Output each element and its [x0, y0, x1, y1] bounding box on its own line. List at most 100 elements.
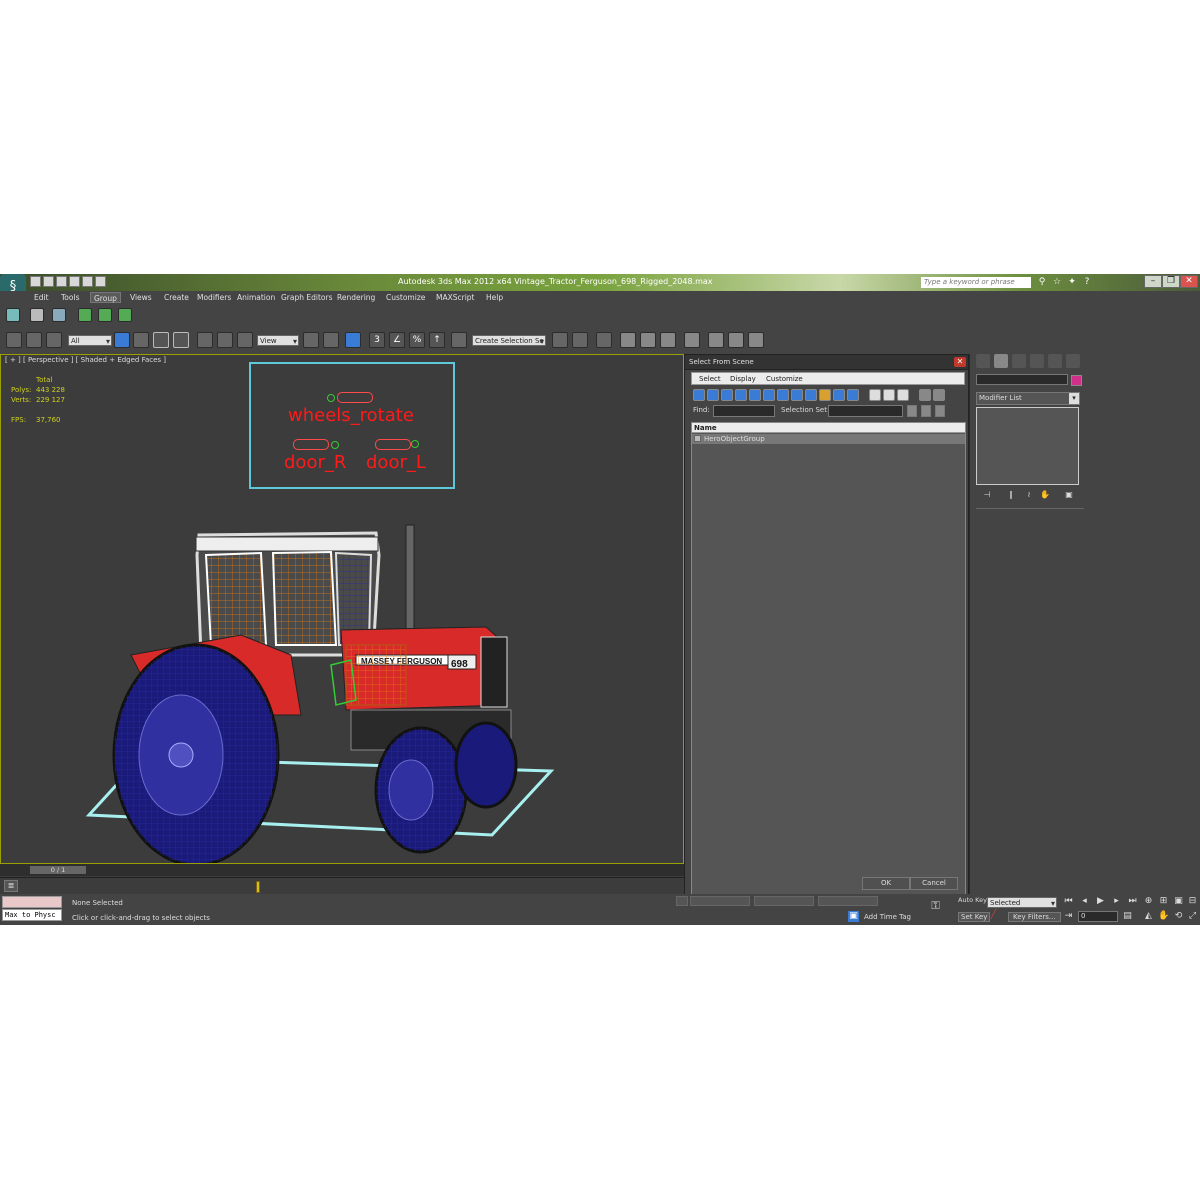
set-key-mode-icon[interactable]: ⚿ — [930, 900, 941, 911]
menu-maxscript[interactable]: MAXScript — [433, 292, 478, 303]
display-groups-icon[interactable] — [777, 389, 789, 401]
redo-icon[interactable] — [82, 276, 93, 287]
zoom-icon[interactable]: ⊕ — [1143, 896, 1154, 907]
tractor-wireframe-icon[interactable]: MASSEY FERGUSON 698 — [1, 355, 684, 864]
search-input[interactable]: Type a keyword or phrase — [921, 277, 1031, 288]
modifier-stack[interactable] — [976, 407, 1079, 485]
go-to-start-icon[interactable]: ⏮ — [1063, 896, 1074, 907]
object-color-swatch[interactable] — [1071, 375, 1082, 386]
utilities-tab-icon[interactable] — [1066, 354, 1080, 368]
spinner-snap-icon[interactable]: ↑ — [429, 332, 445, 348]
cube-icon[interactable] — [30, 308, 44, 322]
previous-frame-icon[interactable]: ◂ — [1079, 896, 1090, 907]
selection-set-add-icon[interactable] — [907, 405, 917, 417]
dialog-menu-select[interactable]: Select — [699, 374, 721, 384]
lock-selection-icon[interactable] — [676, 896, 688, 906]
filter-icon[interactable] — [919, 389, 931, 401]
pivot-center-icon[interactable] — [303, 332, 319, 348]
pan-view-icon[interactable]: ✋ — [1158, 911, 1169, 922]
display-hidden-icon[interactable] — [847, 389, 859, 401]
binoculars-icon[interactable]: ⚲ — [1036, 277, 1048, 288]
time-slider-handle[interactable]: 0 / 1 — [30, 866, 86, 874]
curve-editor-icon[interactable] — [640, 332, 656, 348]
perspective-viewport[interactable]: [ + ] [ Perspective ] [ Shaded + Edged F… — [0, 354, 684, 864]
maxscript-listener-output[interactable] — [2, 896, 62, 908]
layer-explorer-icon[interactable] — [596, 332, 612, 348]
cancel-button[interactable]: Cancel — [910, 877, 958, 890]
unlink-icon[interactable] — [26, 332, 42, 348]
display-helpers-icon[interactable] — [749, 389, 761, 401]
trackbar-toggle-icon[interactable]: ≣ — [4, 880, 18, 892]
hierarchy-tab-icon[interactable] — [1012, 354, 1026, 368]
time-tag-icon[interactable]: ▣ — [848, 911, 859, 922]
menu-create[interactable]: Create — [161, 292, 192, 303]
menu-rendering[interactable]: Rendering — [334, 292, 378, 303]
field-of-view-icon[interactable]: ◭ — [1143, 911, 1154, 922]
render-setup-icon[interactable] — [708, 332, 724, 348]
y-coordinate-field[interactable] — [754, 896, 814, 906]
display-frozen-icon[interactable] — [833, 389, 845, 401]
help-icon[interactable]: ? — [1081, 277, 1093, 288]
reference-coordinate-dropdown[interactable]: View — [257, 335, 299, 346]
selection-set-dropdown[interactable] — [828, 405, 903, 417]
keyboard-shortcut-override-icon[interactable] — [345, 332, 361, 348]
named-selection-dropdown[interactable]: Create Selection Se — [472, 335, 546, 346]
display-bones-icon[interactable] — [805, 389, 817, 401]
select-object-icon[interactable] — [114, 332, 130, 348]
rectangular-selection-icon[interactable] — [153, 332, 169, 348]
layers-icon[interactable] — [52, 308, 66, 322]
create-tab-icon[interactable] — [976, 354, 990, 368]
z-coordinate-field[interactable] — [818, 896, 878, 906]
scene-explorer-icon[interactable] — [78, 308, 92, 322]
ribbon-toggle-icon[interactable] — [6, 308, 20, 322]
menu-edit[interactable]: Edit — [31, 292, 52, 303]
menu-animation[interactable]: Animation — [234, 292, 278, 303]
material-editor-icon[interactable] — [684, 332, 700, 348]
selection-set-highlight-icon[interactable] — [935, 405, 945, 417]
window-crossing-icon[interactable] — [173, 332, 189, 348]
modifier-list-dropdown[interactable]: Modifier List — [976, 392, 1080, 405]
menu-graph-editors[interactable]: Graph Editors — [278, 292, 336, 303]
display-xrefs-icon[interactable] — [791, 389, 803, 401]
dialog-close-button[interactable]: ✕ — [954, 357, 966, 367]
dialog-menu-customize[interactable]: Customize — [766, 374, 803, 384]
graphite-toggle-icon[interactable] — [620, 332, 636, 348]
schematic-icon[interactable] — [118, 308, 132, 322]
time-configuration-icon[interactable]: ▤ — [1122, 911, 1133, 922]
maxscript-mini-listener[interactable]: Max to Physc — [2, 909, 62, 921]
key-filters-button[interactable]: Key Filters... — [1008, 912, 1061, 922]
object-name-field[interactable] — [976, 374, 1068, 385]
bind-space-warp-icon[interactable] — [46, 332, 62, 348]
restore-button[interactable]: ❐ — [1162, 275, 1180, 288]
make-unique-icon[interactable]: ≀ — [1024, 490, 1034, 500]
time-slider[interactable]: 0 / 1 — [0, 864, 684, 876]
menu-modifiers[interactable]: Modifiers — [194, 292, 234, 303]
selection-set-remove-icon[interactable] — [921, 405, 931, 417]
zoom-all-icon[interactable]: ⊞ — [1158, 896, 1169, 907]
project-folder-icon[interactable] — [95, 276, 106, 287]
keyframe-marker[interactable] — [256, 881, 260, 893]
link-icon[interactable] — [6, 332, 22, 348]
edit-named-selection-icon[interactable] — [451, 332, 467, 348]
open-file-icon[interactable] — [43, 276, 54, 287]
snaps-toggle-icon[interactable]: 3 — [369, 332, 385, 348]
select-by-name-icon[interactable] — [133, 332, 149, 348]
scene-object-list[interactable]: Name HeroObjectGroup — [691, 422, 966, 898]
remove-modifier-icon[interactable]: ✋ — [1040, 490, 1050, 500]
scale-icon[interactable] — [237, 332, 253, 348]
filter-options-icon[interactable] — [933, 389, 945, 401]
angle-snap-icon[interactable]: ∠ — [389, 332, 405, 348]
subscription-icon[interactable]: ✦ — [1066, 277, 1078, 288]
rendered-frame-icon[interactable] — [728, 332, 744, 348]
menu-tools[interactable]: Tools — [58, 292, 82, 303]
find-input[interactable] — [713, 405, 775, 417]
auto-key-label[interactable]: Auto Key — [958, 896, 987, 904]
new-file-icon[interactable] — [30, 276, 41, 287]
list-item[interactable]: HeroObjectGroup — [692, 434, 965, 444]
configure-modifier-sets-icon[interactable]: ▣ — [1064, 490, 1074, 500]
go-to-end-icon[interactable]: ⏭ — [1127, 896, 1138, 907]
play-icon[interactable]: ▶ — [1095, 896, 1106, 907]
menu-views[interactable]: Views — [127, 292, 155, 303]
key-mode-icon[interactable]: ╱ — [988, 910, 999, 921]
display-lights-icon[interactable] — [721, 389, 733, 401]
